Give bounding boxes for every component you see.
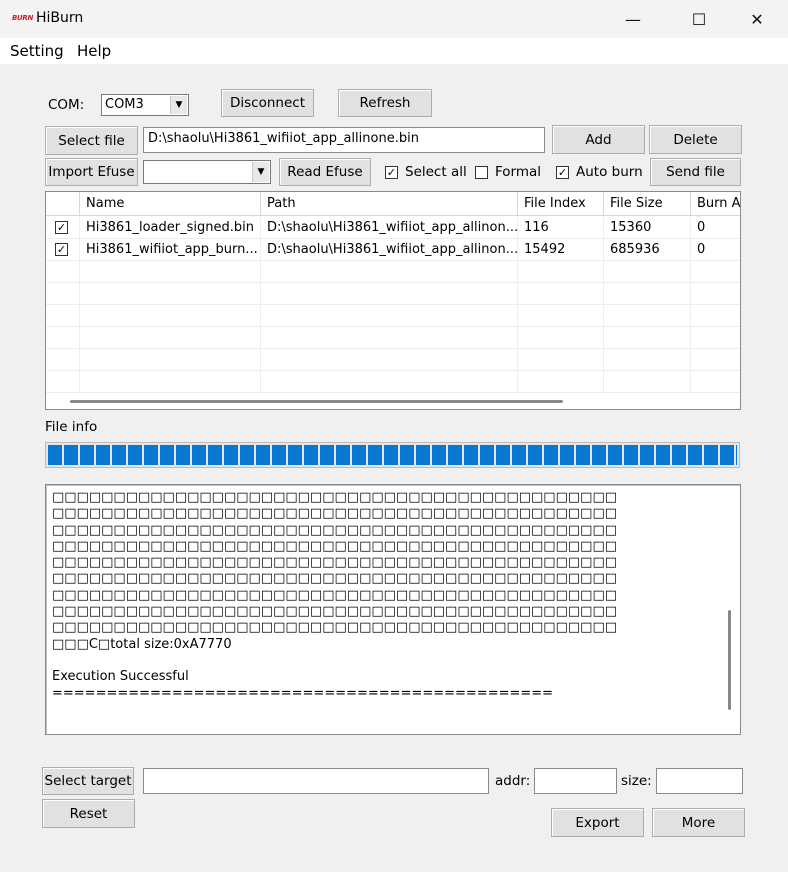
more-button[interactable]: More (652, 808, 745, 837)
formal-checkbox[interactable]: Formal (475, 164, 541, 180)
column-header-file-size[interactable]: File Size (604, 192, 691, 216)
column-header-burn-addr[interactable]: Burn A (691, 192, 740, 216)
row-checkbox[interactable]: ✓ (46, 217, 80, 239)
column-header-check[interactable] (46, 192, 80, 216)
row-name: Hi3861_loader_signed.bin (80, 217, 261, 239)
reset-button[interactable]: Reset (42, 799, 135, 828)
table-row-empty (46, 283, 740, 305)
size-label: size: (621, 773, 652, 789)
scrollbar-thumb[interactable] (70, 400, 563, 403)
table-horizontal-scrollbar[interactable] (46, 393, 740, 409)
file-info-label: File info (45, 419, 98, 435)
addr-input[interactable] (534, 768, 617, 794)
row-file-size: 685936 (604, 239, 691, 261)
disconnect-button[interactable]: Disconnect (221, 89, 314, 117)
window-title: HiBurn (36, 10, 84, 26)
checkmark-icon: ✓ (55, 221, 68, 234)
import-efuse-button[interactable]: Import Efuse (45, 158, 138, 186)
menu-setting[interactable]: Setting (10, 42, 64, 60)
efuse-select[interactable]: ▼ (143, 160, 271, 184)
target-path-input[interactable] (143, 768, 489, 794)
auto-burn-label: Auto burn (576, 164, 643, 180)
auto-burn-checkbox[interactable]: ✓ Auto burn (556, 164, 643, 180)
file-table[interactable]: Name Path File Index File Size Burn A ✓ … (45, 191, 741, 410)
column-header-path[interactable]: Path (261, 192, 518, 216)
row-path: D:\shaolu\Hi3861_wifiiot_app_allinon... (261, 239, 518, 261)
refresh-button[interactable]: Refresh (338, 89, 432, 117)
column-header-name[interactable]: Name (80, 192, 261, 216)
checkbox-empty-icon (475, 165, 488, 179)
checkmark-icon: ✓ (385, 165, 398, 179)
send-file-button[interactable]: Send file (650, 158, 741, 186)
log-scrollbar-thumb[interactable] (728, 610, 731, 710)
row-path: D:\shaolu\Hi3861_wifiiot_app_allinon... (261, 217, 518, 239)
log-output[interactable]: □□□□□□□□□□□□□□□□□□□□□□□□□□□□□□□□□□□□□□□□… (45, 484, 741, 735)
menu-bar: Setting Help (0, 38, 788, 64)
log-text: □□□□□□□□□□□□□□□□□□□□□□□□□□□□□□□□□□□□□□□□… (52, 490, 618, 701)
size-input[interactable] (656, 768, 743, 794)
menu-help[interactable]: Help (77, 42, 111, 60)
table-row-empty (46, 327, 740, 349)
export-button[interactable]: Export (551, 808, 644, 837)
read-efuse-button[interactable]: Read Efuse (279, 158, 371, 186)
hiburn-app-icon: BURN (12, 14, 34, 22)
select-target-button[interactable]: Select target (42, 767, 134, 795)
addr-label: addr: (495, 773, 531, 789)
table-row[interactable]: ✓ Hi3861_loader_signed.bin D:\shaolu\Hi3… (46, 217, 740, 239)
table-row-empty (46, 305, 740, 327)
com-port-value: COM3 (105, 97, 144, 112)
select-all-checkbox[interactable]: ✓ Select all (385, 164, 467, 180)
title-bar: BURN HiBurn — ☐ ✕ (0, 0, 788, 38)
row-file-index: 15492 (518, 239, 604, 261)
checkmark-icon: ✓ (55, 243, 68, 256)
select-file-button[interactable]: Select file (45, 126, 138, 155)
table-row-empty (46, 371, 740, 393)
row-burn-addr: 0 (697, 220, 706, 235)
com-port-select[interactable]: COM3 ▼ (101, 94, 189, 116)
burn-progress-bar (45, 442, 740, 468)
file-path-input[interactable]: D:\shaolu\Hi3861_wifiiot_app_allinone.bi… (143, 127, 545, 153)
formal-label: Formal (495, 164, 542, 180)
row-name: Hi3861_wifiiot_app_burn... (80, 239, 261, 261)
select-all-label: Select all (405, 164, 467, 180)
close-button[interactable]: ✕ (734, 0, 780, 38)
row-file-index: 116 (518, 217, 604, 239)
add-button[interactable]: Add (552, 125, 645, 154)
delete-button[interactable]: Delete (649, 125, 742, 154)
table-header: Name Path File Index File Size Burn A (46, 192, 740, 216)
row-burn-addr: 0 (697, 242, 706, 257)
table-row[interactable]: ✓ Hi3861_wifiiot_app_burn... D:\shaolu\H… (46, 239, 740, 261)
checkmark-icon: ✓ (556, 165, 569, 179)
progress-fill (48, 445, 737, 465)
table-row-empty (46, 349, 740, 371)
maximize-button[interactable]: ☐ (676, 0, 722, 38)
row-checkbox[interactable]: ✓ (46, 239, 80, 261)
table-row-empty (46, 261, 740, 283)
row-file-size: 15360 (604, 217, 691, 239)
chevron-down-icon[interactable]: ▼ (170, 96, 187, 114)
chevron-down-icon[interactable]: ▼ (252, 162, 269, 182)
column-header-file-index[interactable]: File Index (518, 192, 604, 216)
com-label: COM: (48, 97, 85, 113)
minimize-button[interactable]: — (610, 0, 656, 38)
